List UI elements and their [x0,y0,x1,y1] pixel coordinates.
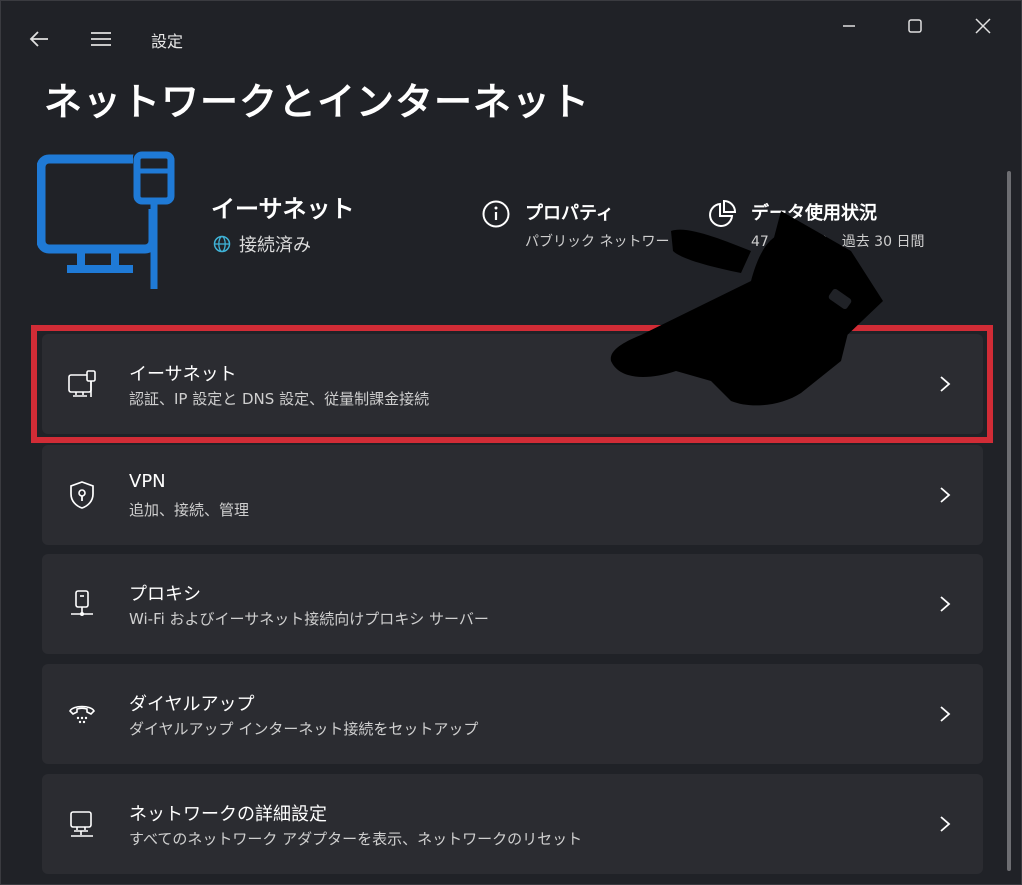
minimize-icon [843,25,855,27]
chevron-right-icon [940,706,951,722]
maximize-icon [908,19,922,33]
maximize-button[interactable] [893,11,937,41]
item-title: ネットワークの詳細設定 [129,804,327,825]
chevron-right-icon [940,487,951,503]
hero-connection-name: イーサネット [211,195,355,223]
list-item-vpn[interactable]: VPN 追加、接続、管理 [42,445,983,545]
app-title: 設定 [151,32,184,51]
minimize-button[interactable] [827,11,871,41]
page-title: ネットワークとインターネット [44,80,591,124]
title-bar: 設定 [1,1,1021,73]
ethernet-hero-icon [37,151,175,289]
hamburger-icon [91,32,111,46]
list-item-advanced-network[interactable]: ネットワークの詳細設定 すべてのネットワーク アダプターを表示、ネットワークのリ… [42,774,983,874]
status-text: 接続済み [239,235,311,256]
back-button[interactable] [23,25,55,53]
chevron-right-icon [940,596,951,612]
item-title: ダイヤルアップ [129,694,255,715]
list-item-proxy[interactable]: プロキシ Wi-Fi およびイーサネット接続向けプロキシ サーバー [42,554,983,654]
info-icon [482,200,510,228]
pointing-hand-icon [610,211,883,406]
item-title: プロキシ [129,584,201,605]
back-arrow-icon [29,31,48,47]
vpn-shield-icon [70,481,94,509]
network-advanced-icon [70,811,93,837]
close-button[interactable] [961,11,1005,41]
item-subtitle: Wi-Fi およびイーサネット接続向けプロキシ サーバー [129,610,489,628]
list-item-dialup[interactable]: ダイヤルアップ ダイヤルアップ インターネット接続をセットアップ [42,664,983,764]
item-subtitle: ダイヤルアップ インターネット接続をセットアップ [129,720,479,738]
globe-icon [213,235,231,253]
scrollbar[interactable] [1007,171,1011,871]
item-title: VPN [129,471,166,492]
menu-button[interactable] [85,25,117,53]
close-icon [975,18,991,34]
hero-connection-status: 接続済み [213,231,311,257]
proxy-icon [71,590,93,616]
chevron-right-icon [940,816,951,832]
item-subtitle: すべてのネットワーク アダプターを表示、ネットワークのリセット [129,830,583,848]
item-subtitle: 追加、接続、管理 [129,501,250,519]
dialup-icon [69,705,95,724]
settings-window: 設定 ネットワークとインターネット イーサネット 接続済み プロパティ パブリッ… [0,0,1022,885]
